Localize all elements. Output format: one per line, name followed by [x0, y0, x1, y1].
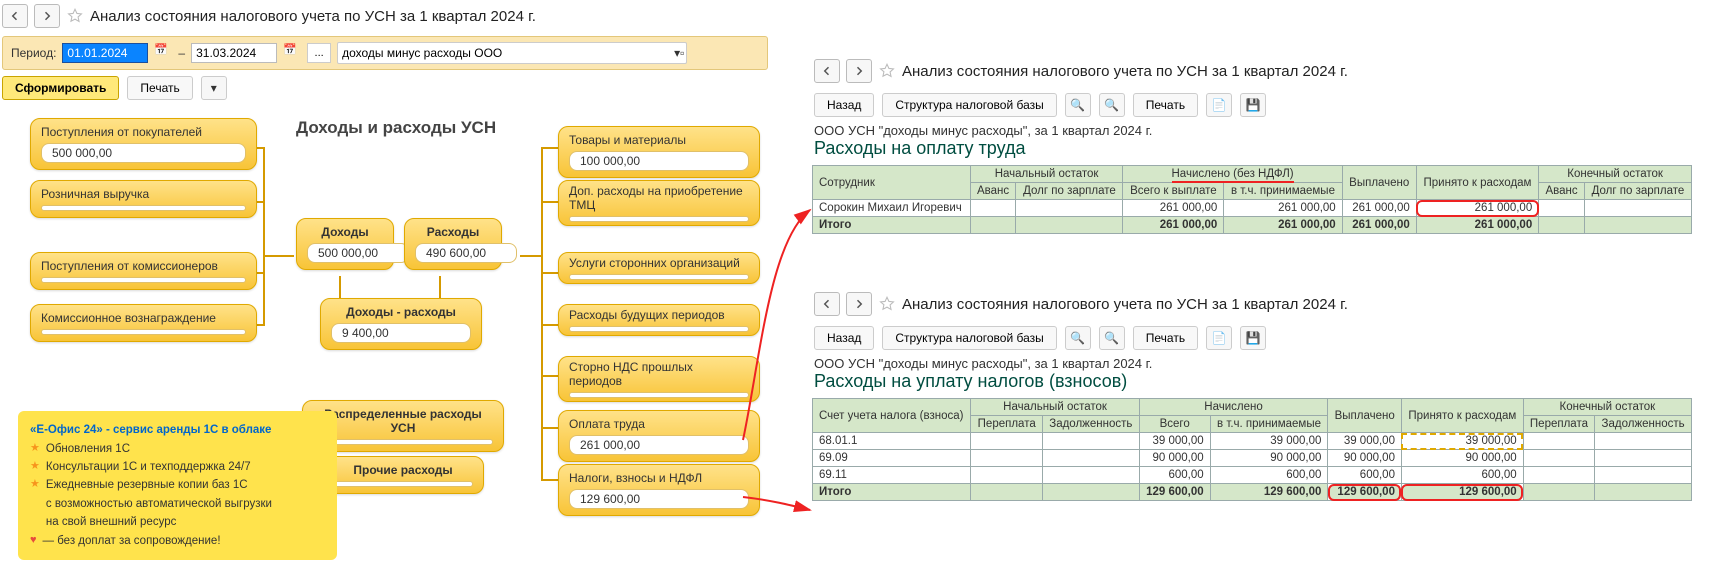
tax-table: Счет учета налога (взноса) Начальный ост… — [812, 398, 1692, 501]
diagram-title: Доходы и расходы УСН — [296, 118, 496, 138]
table-total-row: Итого 261 000,00 261 000,00 261 000,00 2… — [813, 217, 1692, 234]
star-icon: ★ — [30, 458, 40, 476]
node-future[interactable]: Расходы будущих периодов — [558, 304, 760, 336]
zoom-in-icon[interactable]: 🔍 — [1065, 326, 1091, 350]
table-row[interactable]: Сорокин Михаил Игоревич 261 000,00 261 0… — [813, 200, 1692, 217]
node-retail[interactable]: Розничная выручка — [30, 180, 257, 218]
date-from-input[interactable] — [62, 43, 148, 63]
nav-back-button[interactable] — [814, 292, 840, 316]
node-commission-fee[interactable]: Комиссионное вознаграждение — [30, 304, 257, 342]
promo-title: «Е-Офис 24» - сервис аренды 1С в облаке — [30, 421, 325, 439]
zoom-out-icon[interactable]: 🔍 — [1099, 326, 1125, 350]
nav-back-button[interactable] — [814, 59, 840, 83]
org-combo[interactable]: ▾ ▫ — [337, 42, 687, 64]
save-icon[interactable]: 💾 — [1240, 93, 1266, 117]
open-icon[interactable]: ▫ — [680, 46, 684, 60]
node-salary[interactable]: Оплата труда261 000,00 — [558, 410, 760, 462]
node-taxes[interactable]: Налоги, взносы и НДФЛ129 600,00 — [558, 464, 760, 516]
node-services[interactable]: Услуги сторонних организаций — [558, 252, 760, 284]
heart-icon: ♥ — [30, 532, 37, 550]
nav-fwd-button[interactable] — [846, 292, 872, 316]
table-row[interactable]: 69.11600,00600,00600,00600,00 — [813, 467, 1692, 484]
table-total-row: Итого129 600,00129 600,00129 600,00129 6… — [813, 484, 1692, 501]
node-goods[interactable]: Товары и материалы100 000,00 — [558, 126, 760, 178]
report-context: ООО УСН "доходы минус расходы", за 1 ква… — [814, 356, 1700, 371]
period-picker-button[interactable]: ... — [307, 43, 331, 63]
node-expense[interactable]: Расходы490 600,00 — [404, 218, 502, 270]
calendar-icon[interactable]: 📅 — [283, 43, 301, 63]
ndash: – — [178, 46, 185, 60]
print-button[interactable]: Печать — [127, 76, 192, 100]
node-other[interactable]: Прочие расходы — [322, 456, 484, 494]
print-button[interactable]: Печать — [1133, 93, 1198, 117]
report-title: Расходы на уплату налогов (взносов) — [814, 371, 1700, 392]
back-button[interactable]: Назад — [814, 326, 874, 350]
form-button[interactable]: Сформировать — [2, 76, 119, 100]
structure-button[interactable]: Структура налоговой базы — [882, 93, 1056, 117]
zoom-out-icon[interactable]: 🔍 — [1099, 93, 1125, 117]
salary-table: Сотрудник Начальный остаток Начислено (б… — [812, 165, 1692, 234]
node-income[interactable]: Доходы500 000,00 — [296, 218, 394, 270]
back-button[interactable]: Назад — [814, 93, 874, 117]
node-profit[interactable]: Доходы - расходы9 400,00 — [320, 298, 482, 350]
nav-fwd-button[interactable] — [34, 4, 60, 28]
table-row[interactable]: 68.01.139 000,0039 000,0039 000,0039 000… — [813, 433, 1692, 450]
print-button[interactable]: Печать — [1133, 326, 1198, 350]
promo-card: «Е-Офис 24» - сервис аренды 1С в облаке … — [18, 411, 337, 560]
page-title: Анализ состояния налогового учета по УСН… — [90, 8, 536, 25]
favorite-icon[interactable] — [878, 62, 896, 80]
save-icon[interactable]: 💾 — [1240, 326, 1266, 350]
org-input[interactable] — [340, 43, 674, 63]
node-buyer-receipts[interactable]: Поступления от покупателей500 000,00 — [30, 118, 257, 170]
date-to-input[interactable] — [191, 43, 277, 63]
node-storno[interactable]: Сторно НДС прошлых периодов — [558, 356, 760, 402]
star-icon: ★ — [30, 476, 40, 494]
calendar-icon[interactable]: 📅 — [154, 43, 172, 63]
zoom-in-icon[interactable]: 🔍 — [1065, 93, 1091, 117]
nav-fwd-button[interactable] — [846, 59, 872, 83]
page-title: Анализ состояния налогового учета по УСН… — [902, 63, 1348, 80]
table-row[interactable]: 69.0990 000,0090 000,0090 000,0090 000,0… — [813, 450, 1692, 467]
favorite-icon[interactable] — [878, 295, 896, 313]
more-button[interactable]: ▾ — [201, 76, 227, 100]
export-icon[interactable]: 📄 — [1206, 326, 1232, 350]
node-add-exp[interactable]: Доп. расходы на приобретение ТМЦ — [558, 180, 760, 226]
node-commission-rec[interactable]: Поступления от комиссионеров — [30, 252, 257, 290]
nav-back-button[interactable] — [2, 4, 28, 28]
page-title: Анализ состояния налогового учета по УСН… — [902, 296, 1348, 313]
period-label: Период: — [11, 46, 56, 60]
period-bar: Период: 📅 – 📅 ... ▾ ▫ — [2, 36, 768, 70]
star-icon: ★ — [30, 440, 40, 458]
favorite-icon[interactable] — [66, 7, 84, 25]
export-icon[interactable]: 📄 — [1206, 93, 1232, 117]
report-title: Расходы на оплату труда — [814, 138, 1700, 159]
report-context: ООО УСН "доходы минус расходы", за 1 ква… — [814, 123, 1700, 138]
structure-button[interactable]: Структура налоговой базы — [882, 326, 1056, 350]
